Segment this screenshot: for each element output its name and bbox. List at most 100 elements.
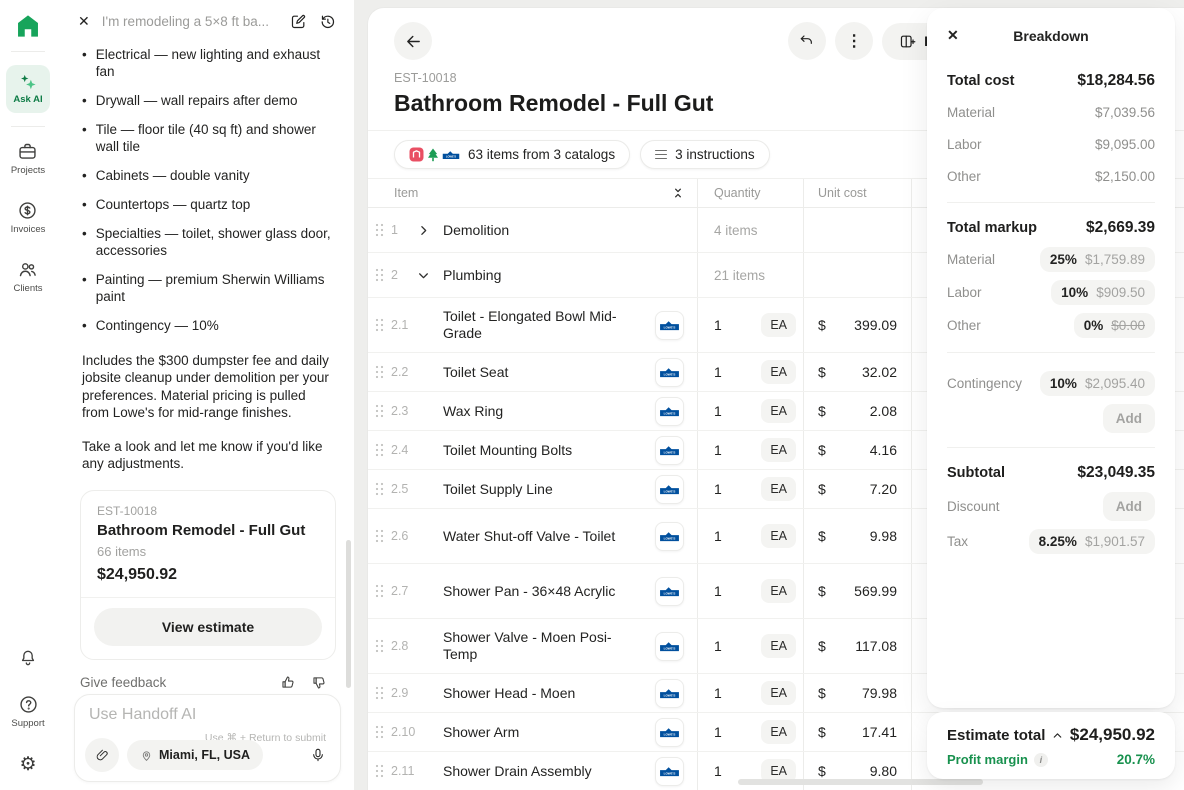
drag-handle-icon[interactable]: [375, 223, 391, 237]
unit-badge[interactable]: EA: [761, 438, 796, 462]
item-cell[interactable]: 2.4Toilet Mounting BoltsLOWE'S: [368, 431, 697, 469]
view-estimate-button[interactable]: View estimate: [94, 608, 322, 646]
collapse-group-icon[interactable]: [417, 269, 443, 282]
notifications-bell-icon[interactable]: [18, 648, 38, 668]
drag-handle-icon[interactable]: [375, 529, 391, 543]
thumbs-down-icon[interactable]: [311, 674, 328, 691]
unit-badge[interactable]: EA: [761, 720, 796, 744]
lowes-source-badge[interactable]: LOWE'S: [655, 679, 684, 708]
handoff-logo-icon[interactable]: [15, 13, 41, 39]
markup-pill[interactable]: 10%$909.50: [1051, 280, 1155, 305]
unit-cost-cell[interactable]: $7.20: [803, 470, 911, 508]
item-cell[interactable]: 2.8Shower Valve - Moen Posi-TempLOWE'S: [368, 619, 697, 673]
unit-badge[interactable]: EA: [761, 313, 796, 337]
markup-pill[interactable]: 8.25%$1,901.57: [1029, 529, 1155, 554]
markup-pill[interactable]: 25%$1,759.89: [1040, 247, 1155, 272]
unit-badge[interactable]: EA: [761, 360, 796, 384]
drag-handle-icon[interactable]: [375, 318, 391, 332]
unit-cost-cell[interactable]: [803, 253, 911, 297]
lowes-source-badge[interactable]: LOWE'S: [655, 522, 684, 551]
quantity-cell[interactable]: 1EA: [697, 674, 803, 712]
item-cell[interactable]: 2Plumbing: [368, 253, 697, 297]
quantity-cell[interactable]: 4 items: [697, 208, 803, 252]
unit-badge[interactable]: EA: [761, 477, 796, 501]
item-cell[interactable]: 2.5Toilet Supply LineLOWE'S: [368, 470, 697, 508]
unit-cost-cell[interactable]: $9.98: [803, 509, 911, 563]
unit-cost-cell[interactable]: $79.98: [803, 674, 911, 712]
item-cell[interactable]: 1Demolition: [368, 208, 697, 252]
chat-scrollbar[interactable]: [346, 540, 351, 688]
quantity-cell[interactable]: 1EA: [697, 431, 803, 469]
unit-cost-cell[interactable]: $4.16: [803, 431, 911, 469]
collapse-all-icon[interactable]: [671, 186, 685, 200]
sidebar-item-clients[interactable]: Clients: [13, 259, 42, 294]
drag-handle-icon[interactable]: [375, 443, 391, 457]
sidebar-item-support[interactable]: Support: [11, 694, 44, 729]
sidebar-item-invoices[interactable]: Invoices: [11, 200, 46, 235]
drag-handle-icon[interactable]: [375, 584, 391, 598]
more-options-button[interactable]: ⋮: [835, 22, 873, 60]
lowes-source-badge[interactable]: LOWE'S: [655, 718, 684, 747]
item-cell[interactable]: 2.1Toilet - Elongated Bowl Mid-GradeLOWE…: [368, 298, 697, 352]
drag-handle-icon[interactable]: [375, 268, 391, 282]
drag-handle-icon[interactable]: [375, 686, 391, 700]
item-cell[interactable]: 2.7Shower Pan - 36×48 AcrylicLOWE'S: [368, 564, 697, 618]
close-chat-icon[interactable]: ✕: [78, 13, 90, 30]
settings-gear-icon[interactable]: ⚙: [19, 755, 36, 774]
quantity-cell[interactable]: 1EA: [697, 353, 803, 391]
lowes-source-badge[interactable]: LOWE'S: [655, 475, 684, 504]
quantity-cell[interactable]: 1EA: [697, 713, 803, 751]
unit-cost-cell[interactable]: $17.41: [803, 713, 911, 751]
drag-handle-icon[interactable]: [375, 404, 391, 418]
quantity-cell[interactable]: 1EA: [697, 619, 803, 673]
thumbs-up-icon[interactable]: [280, 674, 297, 691]
new-chat-compose-icon[interactable]: [290, 13, 307, 30]
quantity-cell[interactable]: 1EA: [697, 392, 803, 430]
unit-cost-cell[interactable]: $399.09: [803, 298, 911, 352]
lowes-source-badge[interactable]: LOWE'S: [655, 436, 684, 465]
unit-cost-cell[interactable]: $117.08: [803, 619, 911, 673]
microphone-icon[interactable]: [310, 747, 326, 763]
unit-cost-cell[interactable]: $2.08: [803, 392, 911, 430]
composer-input[interactable]: Use Handoff AI: [89, 706, 326, 724]
lowes-source-badge[interactable]: LOWE'S: [655, 397, 684, 426]
info-icon[interactable]: i: [1034, 753, 1048, 767]
quantity-cell[interactable]: 1EA: [697, 509, 803, 563]
add-button[interactable]: Add: [1103, 404, 1155, 433]
quantity-cell[interactable]: 1EA: [697, 298, 803, 352]
unit-badge[interactable]: EA: [761, 681, 796, 705]
back-button[interactable]: [394, 22, 432, 60]
item-cell[interactable]: 2.10Shower ArmLOWE'S: [368, 713, 697, 751]
item-cell[interactable]: 2.3Wax RingLOWE'S: [368, 392, 697, 430]
sidebar-item-ask-ai[interactable]: Ask AI: [6, 65, 50, 113]
drag-handle-icon[interactable]: [375, 365, 391, 379]
unit-badge[interactable]: EA: [761, 399, 796, 423]
location-pill[interactable]: Miami, FL, USA: [127, 740, 263, 770]
drag-handle-icon[interactable]: [375, 764, 391, 778]
quantity-cell[interactable]: 1EA: [697, 564, 803, 618]
item-cell[interactable]: 2.11Shower Drain AssemblyLOWE'S: [368, 752, 697, 790]
unit-cost-cell[interactable]: $32.02: [803, 353, 911, 391]
unit-cost-cell[interactable]: [803, 208, 911, 252]
unit-badge[interactable]: EA: [761, 524, 796, 548]
unit-badge[interactable]: EA: [761, 634, 796, 658]
item-cell[interactable]: 2.9Shower Head - MoenLOWE'S: [368, 674, 697, 712]
drag-handle-icon[interactable]: [375, 482, 391, 496]
catalogs-chip[interactable]: LOWE'S 63 items from 3 catalogs: [394, 140, 630, 169]
chat-history-icon[interactable]: [319, 13, 336, 30]
drag-handle-icon[interactable]: [375, 639, 391, 653]
lowes-source-badge[interactable]: LOWE'S: [655, 577, 684, 606]
attachment-paperclip-icon[interactable]: [85, 738, 119, 772]
markup-pill[interactable]: 0%$0.00: [1074, 313, 1155, 338]
undo-button[interactable]: [788, 22, 826, 60]
sidebar-item-projects[interactable]: Projects: [11, 141, 45, 176]
instructions-chip[interactable]: 3 instructions: [640, 140, 770, 169]
quantity-cell[interactable]: 21 items: [697, 253, 803, 297]
lowes-source-badge[interactable]: LOWE'S: [655, 358, 684, 387]
lowes-source-badge[interactable]: LOWE'S: [655, 311, 684, 340]
markup-pill[interactable]: 10%$2,095.40: [1040, 371, 1155, 396]
expand-group-icon[interactable]: [417, 224, 443, 237]
unit-badge[interactable]: EA: [761, 579, 796, 603]
quantity-cell[interactable]: 1EA: [697, 470, 803, 508]
unit-cost-cell[interactable]: $569.99: [803, 564, 911, 618]
